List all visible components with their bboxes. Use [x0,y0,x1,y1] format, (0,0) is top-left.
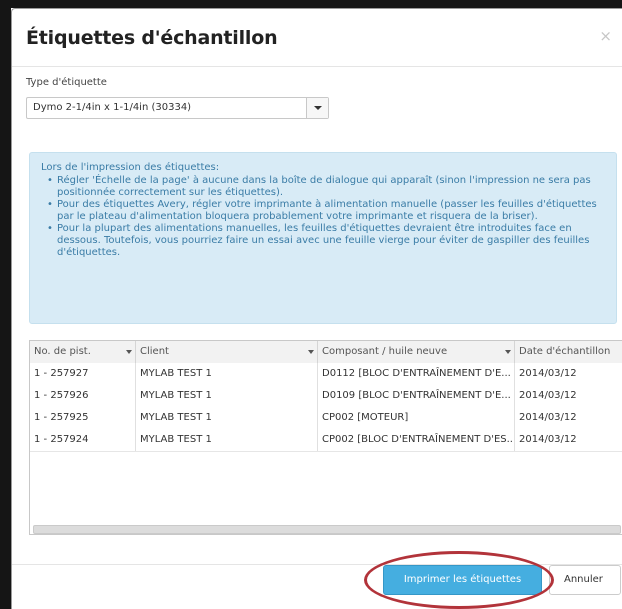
backdrop-left [0,0,11,609]
labels-dialog: Étiquettes d'échantillon × Type d'étique… [11,8,622,609]
table-row[interactable]: 1 - 257924 MYLAB TEST 1 CP002 [BLOC D'EN… [30,429,622,452]
column-header-label: Date d'échantillon [519,346,611,357]
close-icon[interactable]: × [599,27,612,45]
backdrop-top [0,0,622,8]
label-type-label: Type d'étiquette [26,77,107,88]
cell-tracking-no: 1 - 257927 [30,363,136,385]
info-intro: Lors de l'impression des étiquettes: [41,162,220,173]
cell-client: MYLAB TEST 1 [136,385,318,407]
cell-tracking-no: 1 - 257925 [30,407,136,429]
label-type-select[interactable]: Dymo 2-1/4in x 1-1/4in (30334) [26,97,329,119]
cell-sample-date: 2014/03/12 [515,407,622,429]
cell-sample-date: 2014/03/12 [515,363,622,385]
dialog-header: Étiquettes d'échantillon × [12,9,622,67]
column-header-label: Composant / huile neuve [322,346,448,357]
table-row[interactable]: 1 - 257927 MYLAB TEST 1 D0112 [BLOC D'EN… [30,363,622,386]
cell-tracking-no: 1 - 257926 [30,385,136,407]
print-labels-button[interactable]: Imprimer les étiquettes [383,565,542,595]
column-header-sample-date[interactable]: Date d'échantillon [515,341,622,363]
sort-dropdown-icon[interactable] [126,350,132,354]
cell-client: MYLAB TEST 1 [136,363,318,385]
column-header-label: No. de pist. [34,346,91,357]
sort-dropdown-icon[interactable] [505,350,511,354]
sort-dropdown-icon[interactable] [308,350,314,354]
label-type-selected-value: Dymo 2-1/4in x 1-1/4in (30334) [33,102,192,113]
dialog-title: Étiquettes d'échantillon [26,27,278,49]
cell-component: CP002 [BLOC D'ENTRAÎNEMENT D'ES... [318,429,515,451]
info-item: Régler 'Échelle de la page' à aucune dan… [41,175,607,199]
print-info-box: Lors de l'impression des étiquettes: Rég… [29,152,617,324]
table-header: No. de pist. Client Composant / huile ne… [30,341,622,364]
cell-client: MYLAB TEST 1 [136,429,318,451]
cell-component: D0112 [BLOC D'ENTRAÎNEMENT D'E... [318,363,515,385]
cell-component: D0109 [BLOC D'ENTRAÎNEMENT D'E... [318,385,515,407]
horizontal-scrollbar[interactable] [33,525,621,534]
cell-client: MYLAB TEST 1 [136,407,318,429]
label-type-dropdown-button[interactable] [306,98,328,118]
cell-tracking-no: 1 - 257924 [30,429,136,451]
info-list: Régler 'Échelle de la page' à aucune dan… [41,175,607,259]
column-header-tracking-no[interactable]: No. de pist. [30,341,136,363]
info-item: Pour la plupart des alimentations manuel… [41,223,607,259]
column-header-client[interactable]: Client [136,341,318,363]
table-row[interactable]: 1 - 257925 MYLAB TEST 1 CP002 [MOTEUR] 2… [30,407,622,430]
samples-table: No. de pist. Client Composant / huile ne… [29,340,622,535]
column-header-label: Client [140,346,169,357]
cancel-button[interactable]: Annuler [549,565,621,595]
column-header-component[interactable]: Composant / huile neuve [318,341,515,363]
chevron-down-icon [314,106,322,110]
cell-component: CP002 [MOTEUR] [318,407,515,429]
table-row[interactable]: 1 - 257926 MYLAB TEST 1 D0109 [BLOC D'EN… [30,385,622,408]
info-item: Pour des étiquettes Avery, régler votre … [41,199,607,223]
cell-sample-date: 2014/03/12 [515,429,622,451]
cell-sample-date: 2014/03/12 [515,385,622,407]
